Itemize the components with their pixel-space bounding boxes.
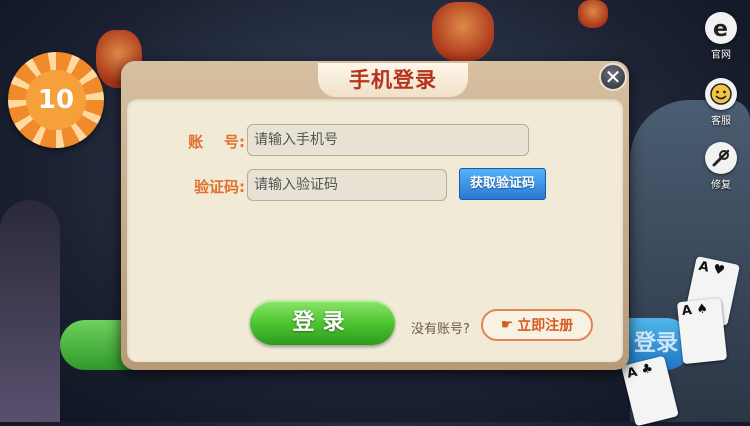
pointing-hand-icon: ☛ bbox=[500, 317, 514, 333]
website-button[interactable]: e 官网 bbox=[702, 12, 740, 61]
svg-text:e: e bbox=[713, 17, 728, 40]
playing-card-decoration: A ♠ bbox=[676, 297, 728, 365]
poker-chip-value: 10 bbox=[26, 70, 86, 130]
poker-chip-decoration: 10 bbox=[8, 52, 104, 148]
register-button[interactable]: ☛ 立即注册 bbox=[481, 309, 593, 341]
login-button[interactable]: 登录 bbox=[250, 300, 395, 345]
account-label: 账 号: bbox=[188, 133, 245, 151]
lantern-decoration bbox=[578, 0, 608, 28]
browser-icon: e bbox=[705, 12, 737, 44]
verification-code-label: 验证码: bbox=[194, 178, 245, 196]
dialog-title: 手机登录 bbox=[318, 63, 468, 97]
register-label: 立即注册 bbox=[517, 318, 574, 334]
wrench-icon bbox=[705, 142, 737, 174]
lantern-decoration bbox=[432, 2, 494, 62]
smiley-icon bbox=[705, 78, 737, 110]
phone-number-input[interactable] bbox=[247, 124, 529, 156]
no-account-text: 没有账号? bbox=[411, 322, 470, 337]
repair-button[interactable]: 修复 bbox=[702, 142, 740, 191]
repair-label: 修复 bbox=[711, 180, 731, 191]
character-girl-decoration bbox=[0, 200, 60, 422]
get-verification-code-button[interactable]: 获取验证码 bbox=[459, 168, 546, 200]
close-button[interactable]: ✕ bbox=[599, 63, 627, 91]
verification-code-input[interactable] bbox=[247, 169, 447, 201]
customer-service-button[interactable]: 客服 bbox=[702, 78, 740, 127]
website-label: 官网 bbox=[711, 50, 731, 61]
customer-service-label: 客服 bbox=[711, 116, 731, 127]
phone-login-dialog: 手机登录 ✕ 账 号: 验证码: 获取验证码 登录 没有账号? ☛ 立即注册 bbox=[121, 61, 629, 370]
